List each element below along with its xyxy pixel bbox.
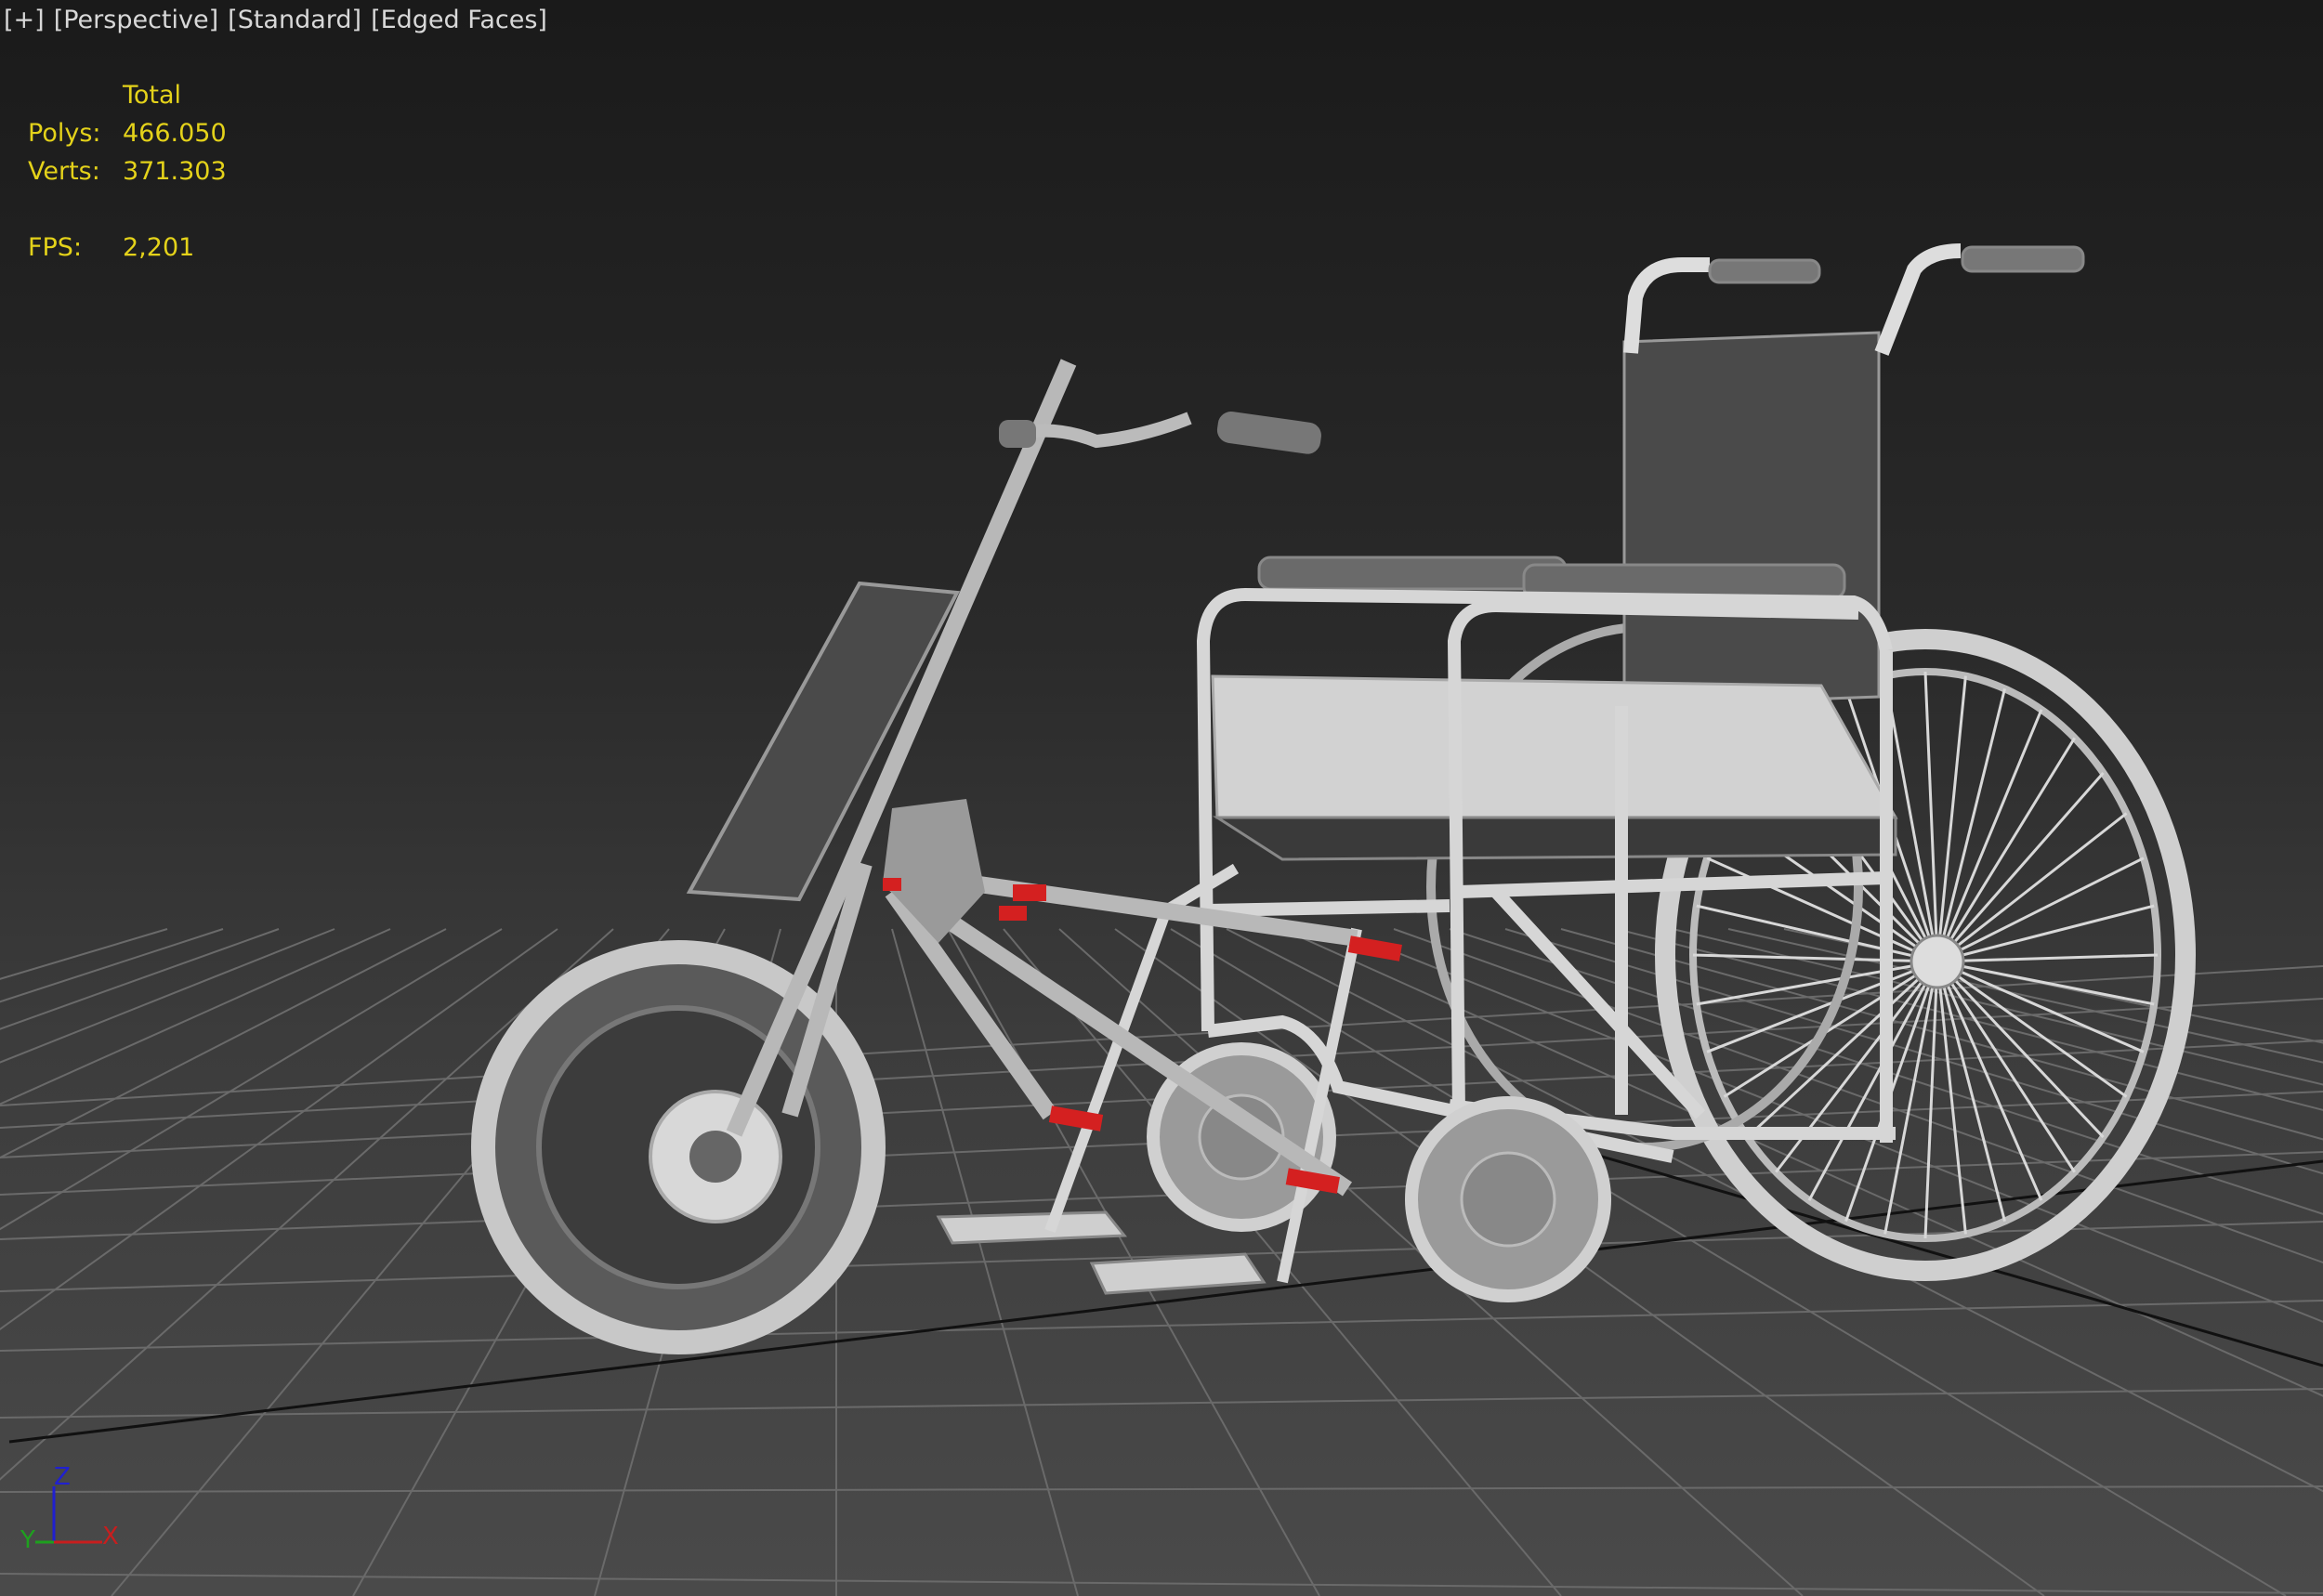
axis-tripod: Z X Y xyxy=(20,1463,119,1554)
wheelchair-model[interactable] xyxy=(936,243,2196,1302)
perspective-viewport[interactable]: Z X Y [+] [Perspective] [Standard] [Edge… xyxy=(0,0,2323,1596)
wheel-spoke xyxy=(1936,953,2159,963)
wheel-spoke xyxy=(1936,812,2128,963)
grid-line xyxy=(0,928,280,1030)
stats-header: Total xyxy=(123,81,182,110)
verts-value: 371.303 xyxy=(123,157,227,186)
wheel-spoke xyxy=(1923,961,1939,1239)
wheel-spoke xyxy=(1936,960,2105,1139)
statistics-overlay: Total Polys: 466.050 Verts: 371.303 FPS: 2,… xyxy=(28,76,227,267)
fps-label: FPS: xyxy=(28,233,83,262)
axis-y-label: Y xyxy=(20,1526,35,1554)
wheel-spoke xyxy=(1936,771,2105,962)
axis-z-label: Z xyxy=(54,1463,71,1491)
scene-canvas[interactable]: Z X Y xyxy=(0,0,2323,1596)
axis-x-label: X xyxy=(102,1523,119,1550)
viewport-display-mode-menu[interactable]: [Edged Faces] xyxy=(371,6,547,34)
grid-line xyxy=(0,1300,2323,1352)
polys-label: Polys: xyxy=(28,119,101,148)
wheel-spoke xyxy=(1936,904,2155,963)
grid-line xyxy=(0,1485,2323,1493)
fps-value: 2,201 xyxy=(123,233,195,262)
polys-value: 466.050 xyxy=(123,119,227,148)
viewport-label-menu: [+] [Perspective] [Standard] [Edged Face… xyxy=(4,6,547,34)
grid-line xyxy=(0,1388,2323,1419)
grid-line xyxy=(0,1573,2323,1594)
grid-line xyxy=(0,928,224,1003)
wheel-spoke xyxy=(1696,904,1938,963)
viewport-plus-menu[interactable]: [+] xyxy=(4,6,45,34)
wheel-spoke xyxy=(1936,675,1967,962)
viewport-shading-standard-menu[interactable]: [Standard] xyxy=(228,6,361,34)
wheel-spoke xyxy=(1923,671,1939,962)
grid-line xyxy=(0,928,447,1159)
grid-main-axis xyxy=(8,1159,2323,1444)
verts-label: Verts: xyxy=(28,157,100,186)
wheel-spoke xyxy=(1936,961,1967,1235)
viewport-point-of-view-menu[interactable]: [Perspective] xyxy=(54,6,218,34)
